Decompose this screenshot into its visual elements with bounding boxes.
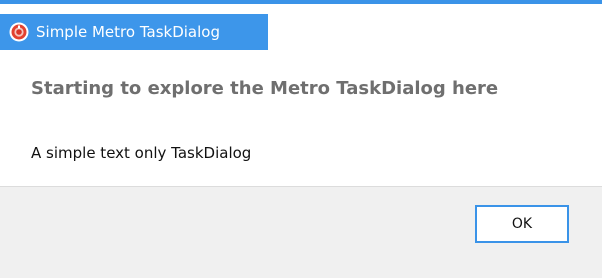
app-logo-icon bbox=[9, 22, 29, 42]
button-bar: OK bbox=[0, 186, 602, 278]
title-bar[interactable]: Simple Metro TaskDialog bbox=[0, 14, 268, 50]
content-text: A simple text only TaskDialog bbox=[31, 144, 252, 162]
ok-button[interactable]: OK bbox=[475, 205, 569, 243]
task-dialog: Simple Metro TaskDialog Starting to expl… bbox=[0, 0, 602, 278]
window-title: Simple Metro TaskDialog bbox=[36, 23, 220, 41]
window-top-border bbox=[0, 0, 602, 4]
main-instruction: Starting to explore the Metro TaskDialog… bbox=[31, 78, 499, 99]
